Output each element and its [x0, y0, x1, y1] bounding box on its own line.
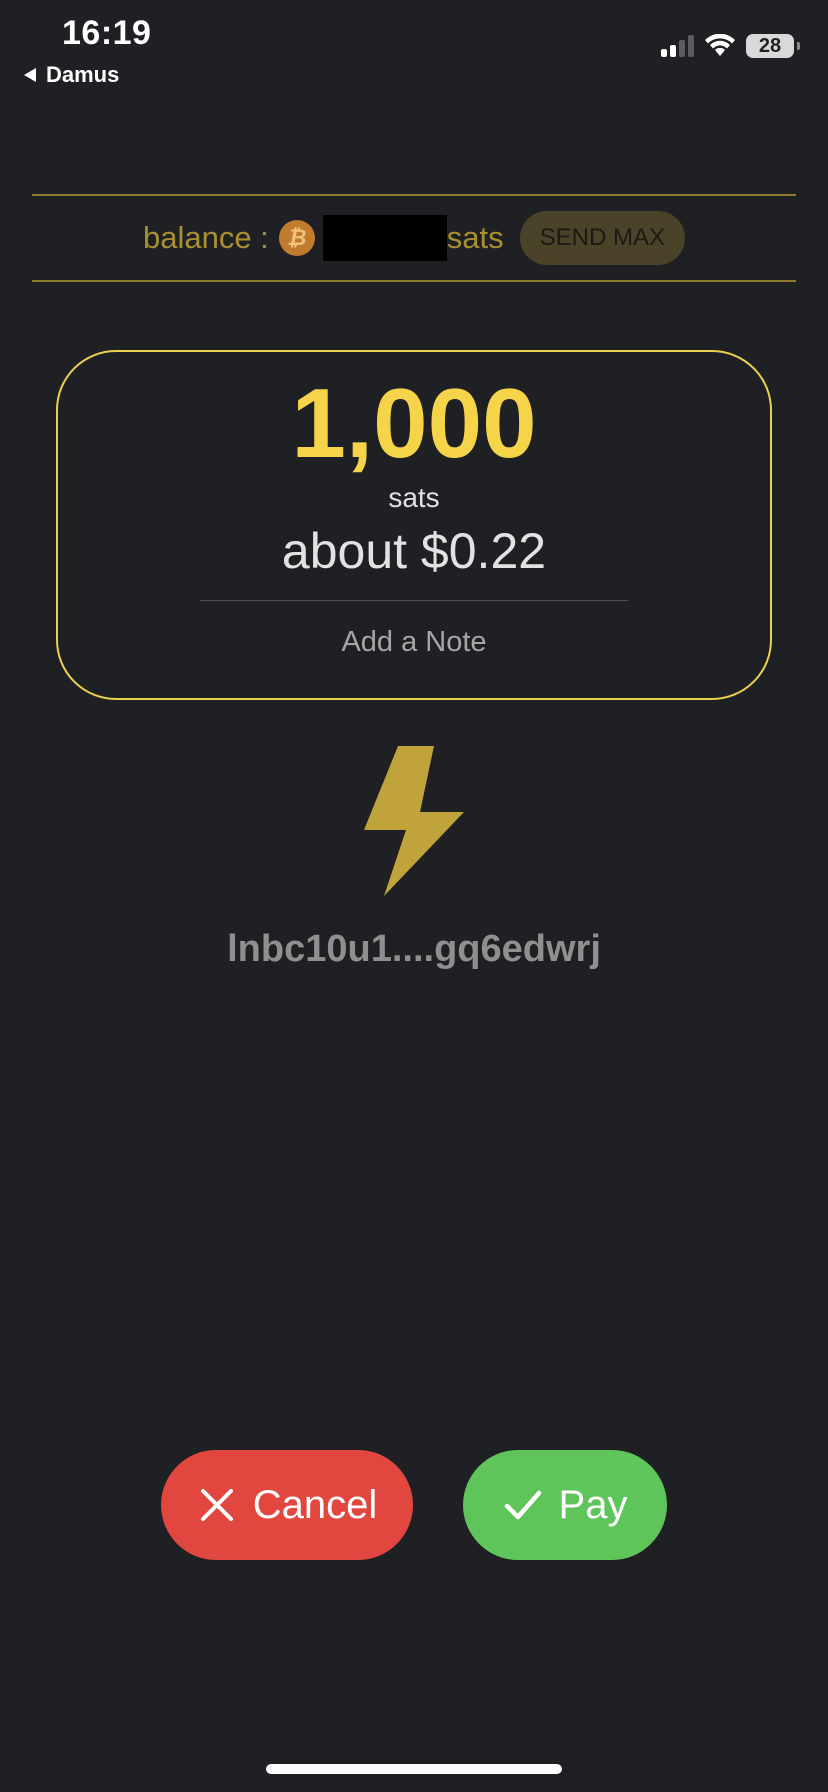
redacted-balance-amount [322, 215, 447, 261]
balance-bar: balance : ₿ sats SEND MAX [32, 194, 796, 282]
payment-screen: 16:19 Damus 28 balance : ₿ sats SEND MAX… [0, 0, 828, 1792]
send-max-button[interactable]: SEND MAX [519, 211, 686, 265]
cancel-button[interactable]: Cancel [161, 1450, 413, 1560]
status-icons: 28 [661, 34, 800, 58]
balance-unit: sats [446, 220, 504, 255]
back-to-app-link[interactable]: Damus [24, 62, 119, 88]
status-time: 16:19 [62, 14, 152, 52]
balance-label: balance : [142, 220, 269, 255]
lightning-bolt-icon [364, 746, 464, 896]
amount-card: 1,000 sats about $0.22 Add a Note [56, 350, 772, 700]
invoice-text: lnbc10u1....gq6edwrj [227, 928, 601, 970]
battery-icon: 28 [746, 34, 800, 58]
back-arrow-icon [24, 68, 36, 82]
battery-level: 28 [758, 34, 782, 57]
wifi-icon [705, 34, 735, 56]
amount-unit: sats [388, 482, 440, 513]
amount-value[interactable]: 1,000 [58, 374, 770, 472]
pay-label: Pay [558, 1482, 628, 1527]
cancel-label: Cancel [252, 1482, 378, 1527]
amount-fiat-value: about $0.22 [281, 523, 547, 579]
card-divider [200, 600, 628, 601]
close-icon [200, 1489, 233, 1521]
bitcoin-icon: ₿ [278, 220, 315, 256]
cellular-signal-icon [661, 35, 694, 57]
back-app-label: Damus [46, 62, 120, 87]
home-indicator[interactable] [266, 1764, 562, 1774]
pay-button[interactable]: Pay [463, 1450, 667, 1560]
add-note-field[interactable]: Add a Note [58, 626, 770, 659]
checkmark-icon [504, 1490, 541, 1520]
